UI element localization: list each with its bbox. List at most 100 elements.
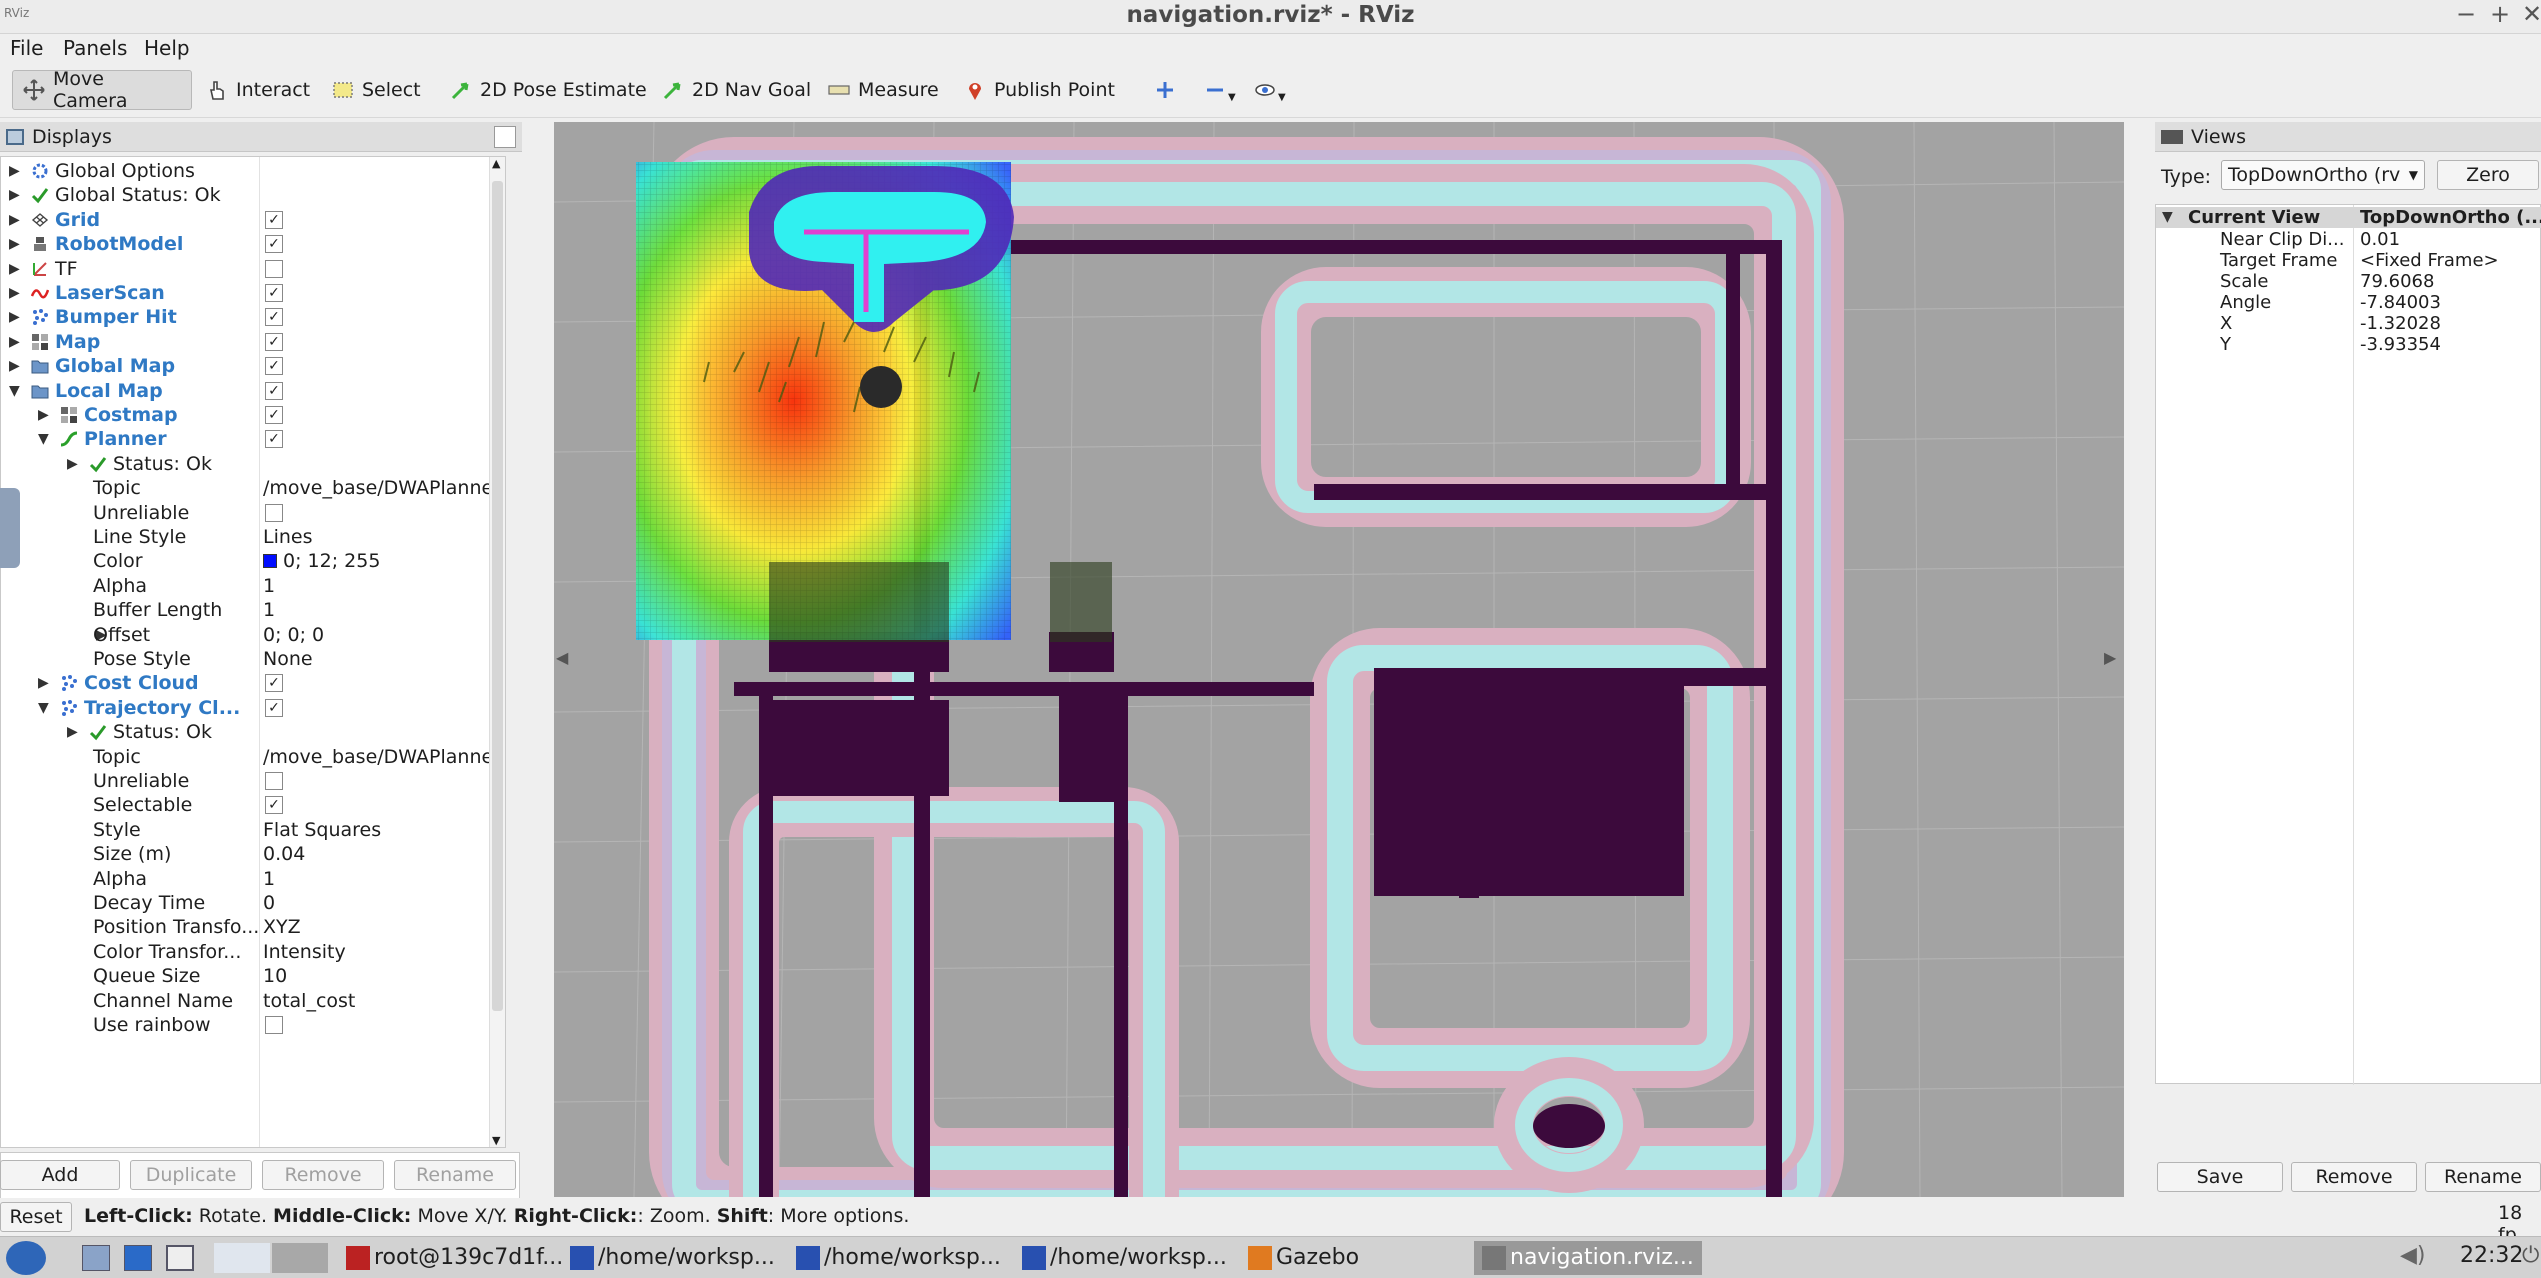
expand-arrow[interactable]: ▼ xyxy=(2162,207,2176,228)
render-viewport[interactable]: ◀ ▶ xyxy=(554,122,2124,1197)
display-row[interactable]: ▶ Bumper Hit ✓ xyxy=(1,305,505,329)
window-icon[interactable] xyxy=(166,1245,194,1271)
display-row[interactable]: ▶ Offset 0; 0; 0 xyxy=(1,623,505,647)
displays-float-button[interactable] xyxy=(494,126,516,148)
view-property-row[interactable]: Scale 79.6068 xyxy=(2156,271,2536,292)
duplicate-display-button[interactable]: Duplicate xyxy=(130,1160,252,1190)
expand-arrow[interactable]: ▶ xyxy=(9,208,23,232)
display-row[interactable]: ▶ Grid ✓ xyxy=(1,208,505,232)
view-property-row[interactable]: Target Frame <Fixed Frame> xyxy=(2156,250,2536,271)
view-property-value[interactable]: -1.32028 xyxy=(2360,313,2441,334)
display-checkbox[interactable] xyxy=(265,1016,283,1034)
display-row[interactable]: ▶ Cost Cloud ✓ xyxy=(1,671,505,695)
property-value[interactable]: Intensity xyxy=(263,940,503,964)
display-checkbox[interactable]: ✓ xyxy=(265,332,283,351)
scroll-down-arrow[interactable]: ▼ xyxy=(492,1134,500,1147)
display-row[interactable]: Alpha 1 xyxy=(1,574,505,598)
pose-estimate-tool[interactable]: 2D Pose Estimate xyxy=(440,70,657,110)
expand-arrow[interactable]: ▶ xyxy=(9,354,23,378)
volume-icon[interactable]: ◀) xyxy=(2400,1243,2426,1268)
expand-arrow[interactable]: ▶ xyxy=(9,159,23,183)
remove-display-button[interactable]: Remove xyxy=(262,1160,384,1190)
expand-arrow[interactable]: ▶ xyxy=(9,305,23,329)
expand-arrow[interactable]: ▶ xyxy=(38,403,52,427)
taskbar-task[interactable]: /home/worksp... xyxy=(1022,1241,1227,1275)
property-value[interactable]: 1 xyxy=(263,574,503,598)
property-value[interactable]: /move_base/DWAPlanner... xyxy=(263,476,503,500)
display-row[interactable]: Color 0; 12; 255 xyxy=(1,549,505,573)
display-checkbox[interactable]: ✓ xyxy=(265,430,283,449)
scrollbar-thumb[interactable] xyxy=(492,181,503,1011)
move-camera-tool[interactable]: Move Camera xyxy=(12,68,192,112)
current-view-row[interactable]: ▼ Current View TopDownOrtho (... xyxy=(2156,207,2541,228)
workspace-2[interactable] xyxy=(272,1243,328,1273)
property-value[interactable]: 0; 12; 255 xyxy=(263,549,503,573)
measure-tool[interactable]: Measure xyxy=(818,70,949,110)
property-value[interactable]: 1 xyxy=(263,867,503,891)
add-tool-button[interactable] xyxy=(1150,70,1188,110)
display-row[interactable]: Unreliable xyxy=(1,769,505,793)
display-row[interactable]: ▼ Planner ✓ xyxy=(1,427,505,451)
display-row[interactable]: Style Flat Squares xyxy=(1,818,505,842)
expand-arrow[interactable]: ▶ xyxy=(9,183,23,207)
view-property-row[interactable]: X -1.32028 xyxy=(2156,313,2536,334)
save-view-button[interactable]: Save xyxy=(2157,1162,2283,1192)
expand-arrow[interactable]: ▶ xyxy=(67,452,81,476)
view-property-row[interactable]: Y -3.93354 xyxy=(2156,334,2536,355)
rename-view-button[interactable]: Rename xyxy=(2425,1162,2541,1192)
display-row[interactable]: Channel Name total_cost xyxy=(1,989,505,1013)
expand-arrow[interactable]: ▶ xyxy=(9,281,23,305)
view-property-value[interactable]: -3.93354 xyxy=(2360,334,2441,355)
display-row[interactable]: Alpha 1 xyxy=(1,867,505,891)
display-row[interactable]: ▶ Status: Ok xyxy=(1,720,505,744)
close-button[interactable]: ✕ xyxy=(2522,0,2541,28)
menu-file[interactable]: File xyxy=(10,36,43,60)
view-property-value[interactable]: -7.84003 xyxy=(2360,292,2441,313)
collapse-left-arrow[interactable]: ◀ xyxy=(556,648,568,667)
expand-arrow[interactable]: ▼ xyxy=(38,696,52,720)
expand-arrow[interactable]: ▶ xyxy=(38,671,52,695)
display-checkbox[interactable]: ✓ xyxy=(265,381,283,400)
display-row[interactable]: Color Transfor... Intensity xyxy=(1,940,505,964)
display-row[interactable]: ▶ LaserScan ✓ xyxy=(1,281,505,305)
display-row[interactable]: Line Style Lines xyxy=(1,525,505,549)
display-row[interactable]: Position Transfo... XYZ xyxy=(1,915,505,939)
display-row[interactable]: Topic/move_base/DWAPlanner... xyxy=(1,745,505,769)
expand-arrow[interactable]: ▼ xyxy=(9,379,23,403)
menu-help[interactable]: Help xyxy=(144,36,190,60)
view-property-value[interactable]: 0.01 xyxy=(2360,229,2400,250)
side-dock-handle[interactable] xyxy=(0,488,20,568)
display-row[interactable]: ▼ Trajectory Cl... ✓ xyxy=(1,696,505,720)
taskbar-task[interactable]: Gazebo xyxy=(1248,1241,1359,1275)
view-property-row[interactable]: Angle -7.84003 xyxy=(2156,292,2536,313)
tree-scrollbar[interactable]: ▲ ▼ xyxy=(489,157,505,1147)
workspace-1[interactable] xyxy=(214,1243,270,1273)
reset-button[interactable]: Reset xyxy=(0,1202,72,1232)
display-checkbox[interactable]: ✓ xyxy=(265,698,283,717)
property-value[interactable]: XYZ xyxy=(263,915,503,939)
nav-goal-tool[interactable]: 2D Nav Goal xyxy=(652,70,821,110)
display-row[interactable]: ▶ Global Map ✓ xyxy=(1,354,505,378)
camera-view-button[interactable]: ▼ xyxy=(1250,70,1290,110)
display-row[interactable]: ▶ Global Options xyxy=(1,159,505,183)
add-display-button[interactable]: Add xyxy=(0,1160,120,1190)
file-manager-icon[interactable] xyxy=(82,1245,110,1271)
display-checkbox[interactable]: ✓ xyxy=(265,235,283,254)
display-row[interactable]: Queue Size 10 xyxy=(1,964,505,988)
remove-tool-button[interactable]: ▼ xyxy=(1200,70,1240,110)
display-row[interactable]: ▶ Global Status: Ok xyxy=(1,183,505,207)
display-row[interactable]: Unreliable xyxy=(1,501,505,525)
view-property-value[interactable]: 79.6068 xyxy=(2360,271,2434,292)
view-type-dropdown[interactable]: TopDownOrtho (rv ▼ xyxy=(2221,160,2425,190)
display-row[interactable]: Buffer Length 1 xyxy=(1,598,505,622)
browser-icon[interactable] xyxy=(124,1245,152,1271)
display-checkbox[interactable]: ✓ xyxy=(265,210,283,229)
interact-tool[interactable]: Interact xyxy=(196,70,320,110)
taskbar-task[interactable]: /home/worksp... xyxy=(570,1241,775,1275)
property-value[interactable]: 0; 0; 0 xyxy=(263,623,503,647)
power-icon[interactable]: ⏻ xyxy=(2522,1243,2539,1268)
select-tool[interactable]: Select xyxy=(322,70,431,110)
property-value[interactable]: 0.04 xyxy=(263,842,503,866)
property-value[interactable]: 1 xyxy=(263,598,503,622)
taskbar-task[interactable]: root@139c7d1f... xyxy=(346,1241,563,1275)
